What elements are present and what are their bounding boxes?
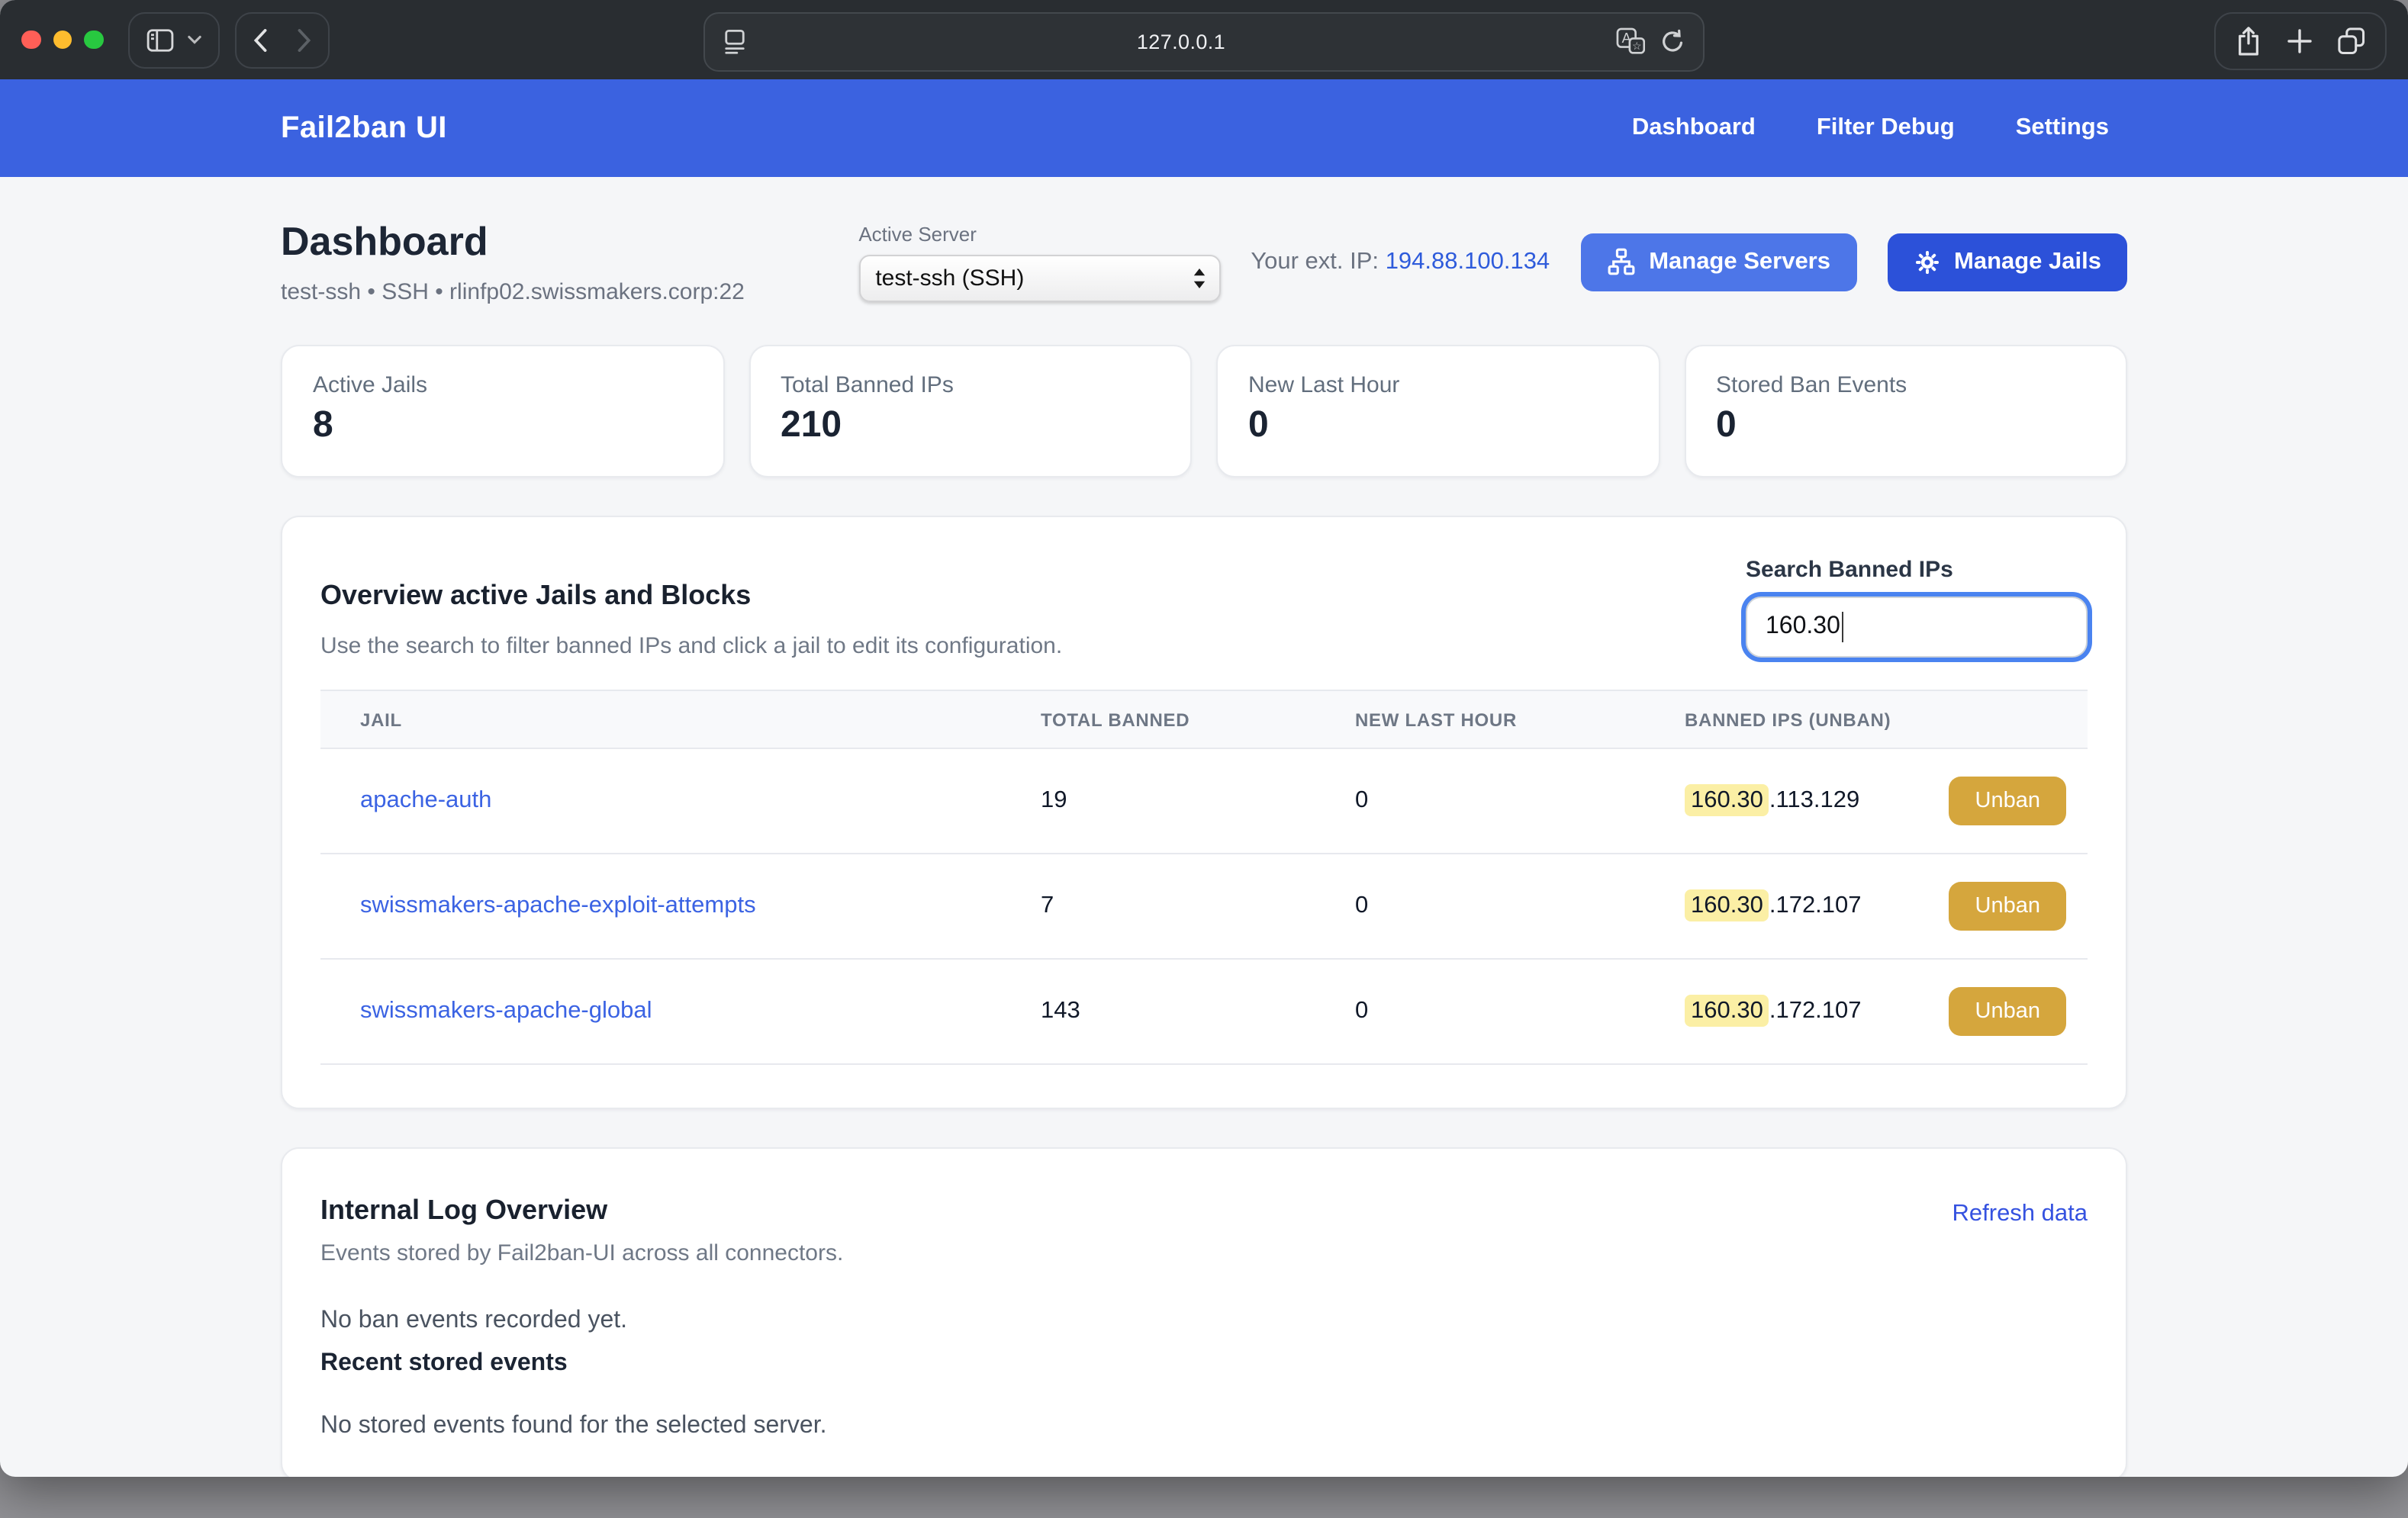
back-icon[interactable] [253,28,266,51]
stat-card-active-jails: Active Jails 8 [281,345,724,478]
chevron-down-icon [187,35,201,44]
browser-chrome: 127.0.0.1 A ☆ [0,0,2408,79]
nav-dashboard[interactable]: Dashboard [1632,114,1756,142]
log-title: Internal Log Overview [320,1195,843,1227]
ip-highlight: 160.30 [1685,995,1769,1027]
manage-jails-button[interactable]: Manage Jails [1887,233,2127,291]
screen: 127.0.0.1 A ☆ [0,0,2408,1518]
total-banned-cell: 7 [1001,892,1315,920]
search-label: Search Banned IPs [1746,557,2088,583]
stat-card-total-banned: Total Banned IPs 210 [748,345,1192,478]
active-server-select[interactable]: test-ssh (SSH) [858,254,1220,301]
table-row: swissmakers-apache-exploit-attempts 7 0 … [320,854,2088,960]
active-server-label: Active Server [858,222,1220,245]
stat-card-stored-ban-events: Stored Ban Events 0 [1684,345,2127,478]
reload-icon[interactable] [1660,28,1685,54]
total-banned-cell: 143 [1001,998,1315,1025]
overview-title: Overview active Jails and Blocks [320,580,1062,612]
external-ip: Your ext. IP: 194.88.100.134 [1251,248,1550,275]
page-content: Dashboard test-ssh • SSH • rlinfp02.swis… [281,218,2127,1477]
overview-card: Overview active Jails and Blocks Use the… [281,516,2127,1109]
stat-cards: Active Jails 8 Total Banned IPs 210 New … [281,345,2127,478]
select-stepper-icon [1193,268,1205,288]
new-tab-icon[interactable] [2287,28,2312,53]
ip-highlight: 160.30 [1685,784,1769,816]
toolbar-right [2214,11,2387,69]
total-banned-cell: 19 [1001,787,1315,815]
sidebar-toggle[interactable] [127,11,219,68]
table-row: apache-auth 19 0 160.30.113.129 Unban [320,749,2088,854]
sitemap-icon [1606,247,1635,276]
refresh-data-link[interactable]: Refresh data [1952,1201,2088,1228]
jails-table: JAIL TOTAL BANNED NEW LAST HOUR BANNED I… [320,690,2088,1065]
window-controls [21,31,103,50]
jail-link[interactable]: apache-auth [360,787,491,813]
external-ip-value[interactable]: 194.88.100.134 [1386,248,1550,274]
nav-filter-debug[interactable]: Filter Debug [1817,114,1955,142]
search-input[interactable]: 160.30 [1746,597,2088,658]
page-title: Dashboard [281,218,745,265]
unban-button[interactable]: Unban [1949,987,2066,1036]
table-row: swissmakers-apache-global 143 0 160.30.1… [320,960,2088,1065]
history-nav [234,11,329,68]
page-subtitle: test-ssh • SSH • rlinfp02.swissmakers.co… [281,279,745,305]
ip-highlight: 160.30 [1685,889,1769,921]
internal-log-card: Internal Log Overview Events stored by F… [281,1147,2127,1477]
banned-ip: 160.30.113.129 [1685,787,1859,815]
text-cursor [1842,612,1844,642]
sidebar-icon [146,28,173,51]
jail-link[interactable]: swissmakers-apache-global [360,998,652,1024]
log-description: Events stored by Fail2ban-UI across all … [320,1240,843,1266]
close-button[interactable] [21,31,40,50]
url-text[interactable]: 127.0.0.1 [746,30,1616,53]
unban-button[interactable]: Unban [1949,882,2066,931]
banned-ip: 160.30.172.107 [1685,892,1862,920]
stat-card-new-last-hour: New Last Hour 0 [1216,345,1660,478]
unban-button[interactable]: Unban [1949,777,2066,825]
dashboard-header: Dashboard test-ssh • SSH • rlinfp02.swis… [281,218,2127,305]
page-format-icon[interactable] [723,28,746,54]
recent-stored-events-title: Recent stored events [320,1350,2088,1378]
table-header: JAIL TOTAL BANNED NEW LAST HOUR BANNED I… [320,690,2088,749]
nav-settings[interactable]: Settings [2016,114,2109,142]
banned-ip: 160.30.172.107 [1685,998,1862,1025]
share-icon[interactable] [2236,25,2262,56]
address-bar[interactable]: 127.0.0.1 A ☆ [703,11,1705,71]
browser-window: 127.0.0.1 A ☆ [0,0,2408,1477]
no-ban-events-text: No ban events recorded yet. [320,1307,2088,1335]
app-brand[interactable]: Fail2ban UI [281,111,447,146]
fullscreen-button[interactable] [84,31,103,50]
app-navbar: Fail2ban UI Dashboard Filter Debug Setti… [0,79,2408,177]
tabs-overview-icon[interactable] [2338,27,2365,54]
no-stored-events-text: No stored events found for the selected … [320,1413,2088,1440]
nav-links: Dashboard Filter Debug Settings [1632,114,2109,142]
translate-icon[interactable]: A ☆ [1616,27,1645,55]
manage-servers-button[interactable]: Manage Servers [1580,233,1856,291]
new-last-hour-cell: 0 [1315,998,1645,1025]
jail-link[interactable]: swissmakers-apache-exploit-attempts [360,892,756,918]
minimize-button[interactable] [53,31,72,50]
new-last-hour-cell: 0 [1315,892,1645,920]
overview-description: Use the search to filter banned IPs and … [320,633,1062,659]
new-last-hour-cell: 0 [1315,787,1645,815]
gear-icon [1913,248,1940,275]
svg-text:☆: ☆ [1632,40,1642,53]
forward-icon[interactable] [297,28,311,51]
